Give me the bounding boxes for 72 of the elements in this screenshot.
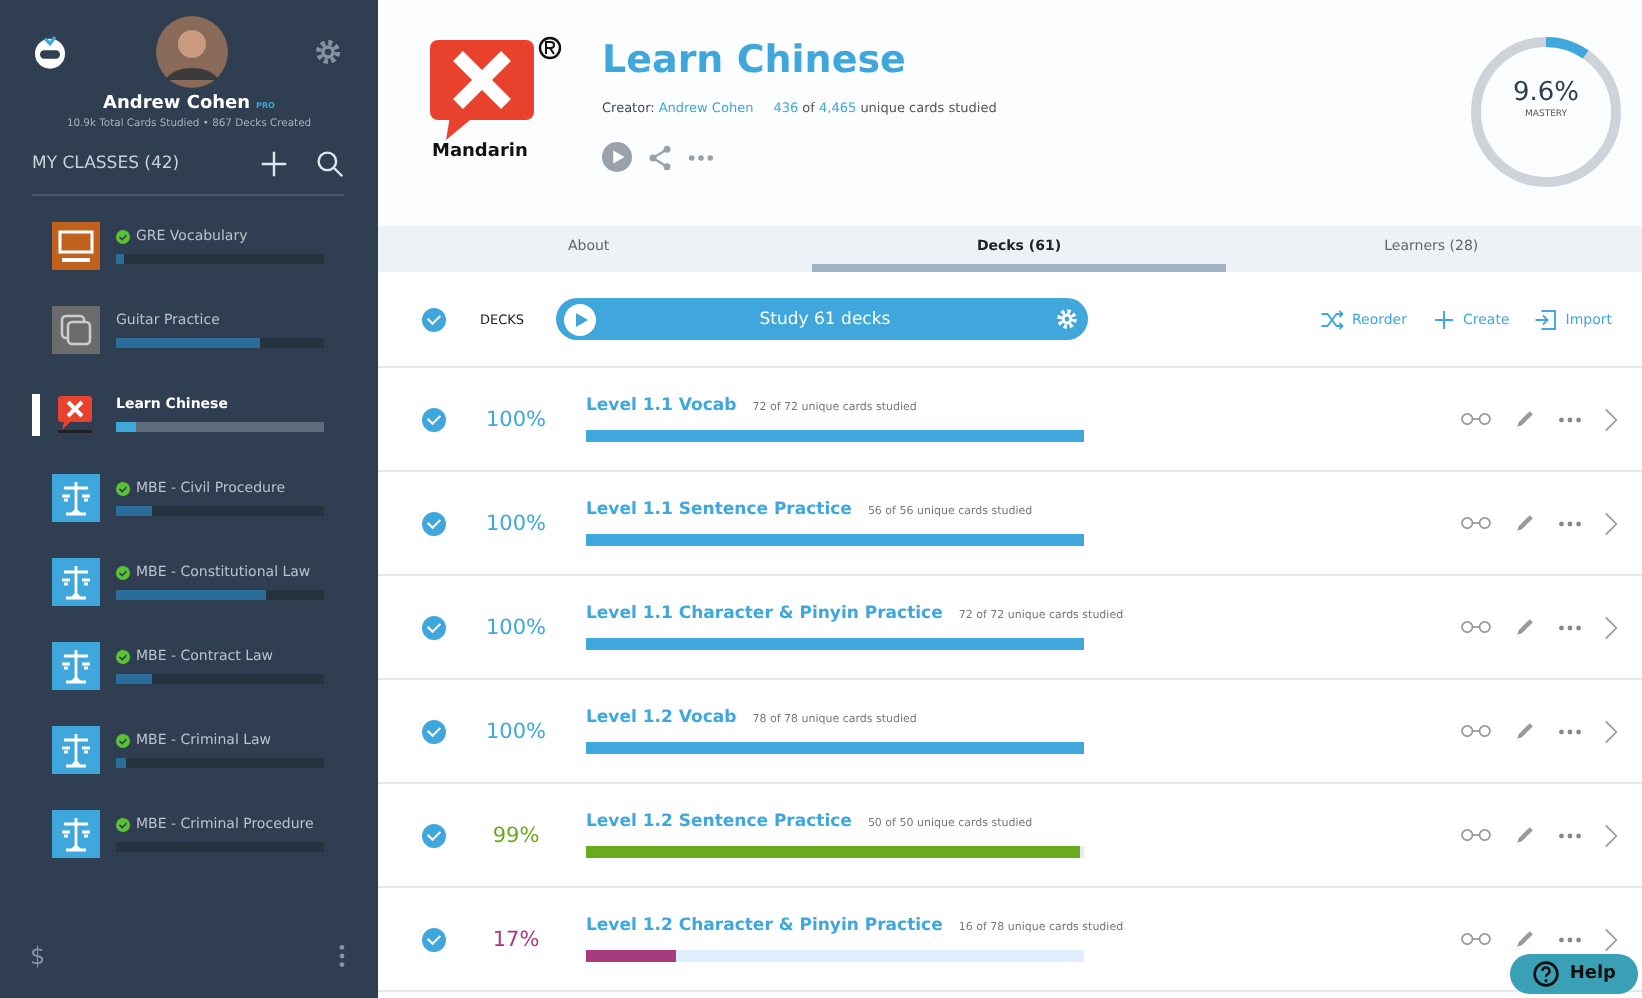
study-button[interactable]: Study 61 decks: [556, 298, 1088, 340]
mastery-value: 9.6%: [1512, 80, 1580, 106]
edit-icon[interactable]: [1514, 408, 1536, 430]
deck-link[interactable]: Level 1.2 Vocab: [586, 708, 737, 728]
percent-text: 100%: [483, 615, 549, 639]
deck-link[interactable]: Level 1.1 Vocab: [586, 396, 737, 416]
play-icon[interactable]: [602, 142, 632, 172]
more-icon[interactable]: [1558, 519, 1582, 527]
glasses-icon[interactable]: [1460, 620, 1492, 634]
import-icon: [1533, 307, 1558, 331]
user-name: Andrew Cohen: [103, 94, 251, 114]
checkbox[interactable]: [422, 307, 446, 331]
checkbox[interactable]: [422, 615, 446, 639]
more-icon[interactable]: [1558, 727, 1582, 735]
help-button[interactable]: Help: [1509, 954, 1638, 994]
deck-link[interactable]: Level 1.2 Sentence Practice: [586, 812, 852, 832]
search-icon[interactable]: [316, 150, 344, 178]
checkbox[interactable]: [422, 407, 446, 431]
shuffle-icon: [1319, 307, 1344, 331]
checkbox[interactable]: [422, 823, 446, 847]
logo-text: Mandarin: [432, 142, 528, 162]
percent-text: 100%: [483, 719, 549, 743]
percent-text: 100%: [483, 511, 549, 535]
chevron-right-icon[interactable]: [1604, 407, 1618, 431]
edit-icon[interactable]: [1514, 824, 1536, 846]
checkbox[interactable]: [422, 719, 446, 743]
currency-button[interactable]: $: [30, 942, 46, 970]
glasses-icon[interactable]: [1460, 516, 1492, 530]
scales-icon: [52, 726, 100, 774]
scales-icon: [52, 558, 100, 606]
percent-text: 99%: [490, 823, 542, 847]
plus-icon: [1431, 307, 1455, 331]
glasses-icon[interactable]: [1460, 828, 1492, 842]
share-icon[interactable]: [646, 143, 674, 171]
deck-link[interactable]: Level 1.1 Character & Pinyin Practice: [586, 604, 943, 624]
edit-icon[interactable]: [1514, 616, 1536, 638]
robot-logo-icon[interactable]: [30, 32, 70, 72]
edit-icon[interactable]: [1514, 928, 1536, 950]
section-heading: MY CLASSES (42): [32, 154, 182, 174]
more-icon[interactable]: [338, 944, 346, 968]
edit-icon[interactable]: [1514, 512, 1536, 534]
deck-link[interactable]: Level 1.2 Character & Pinyin Practice: [586, 916, 943, 936]
checkbox[interactable]: [422, 927, 446, 951]
class-title: Learn Chinese: [602, 38, 908, 82]
settings-icon[interactable]: [312, 36, 344, 68]
add-icon[interactable]: [260, 150, 288, 178]
glasses-icon[interactable]: [1460, 412, 1492, 426]
chevron-right-icon[interactable]: [1604, 927, 1618, 951]
deck-link[interactable]: Level 1.1 Sentence Practice: [586, 500, 852, 520]
help-icon: [1531, 960, 1560, 988]
chevron-right-icon[interactable]: [1604, 823, 1618, 847]
edit-icon[interactable]: [1514, 720, 1536, 742]
glasses-icon[interactable]: [1460, 932, 1492, 946]
checkbox[interactable]: [422, 511, 446, 535]
scales-icon: [52, 642, 100, 690]
chevron-right-icon[interactable]: [1604, 511, 1618, 535]
glasses-icon[interactable]: [1460, 724, 1492, 738]
more-icon[interactable]: [1558, 831, 1582, 839]
scales-icon: [52, 810, 100, 858]
speech-bubble-logo-icon: [426, 36, 566, 140]
chevron-right-icon[interactable]: [1604, 719, 1618, 743]
more-icon[interactable]: [1558, 935, 1582, 943]
cards-icon: [52, 306, 100, 354]
more-icon[interactable]: [688, 153, 714, 161]
more-icon[interactable]: [1558, 623, 1582, 631]
percent-text: 100%: [483, 407, 549, 431]
settings-icon: [1054, 306, 1080, 332]
chevron-right-icon[interactable]: [1604, 615, 1618, 639]
more-icon[interactable]: [1558, 415, 1582, 423]
scales-icon: [52, 474, 100, 522]
play-icon: [564, 303, 596, 335]
percent-text: 17%: [490, 927, 542, 951]
